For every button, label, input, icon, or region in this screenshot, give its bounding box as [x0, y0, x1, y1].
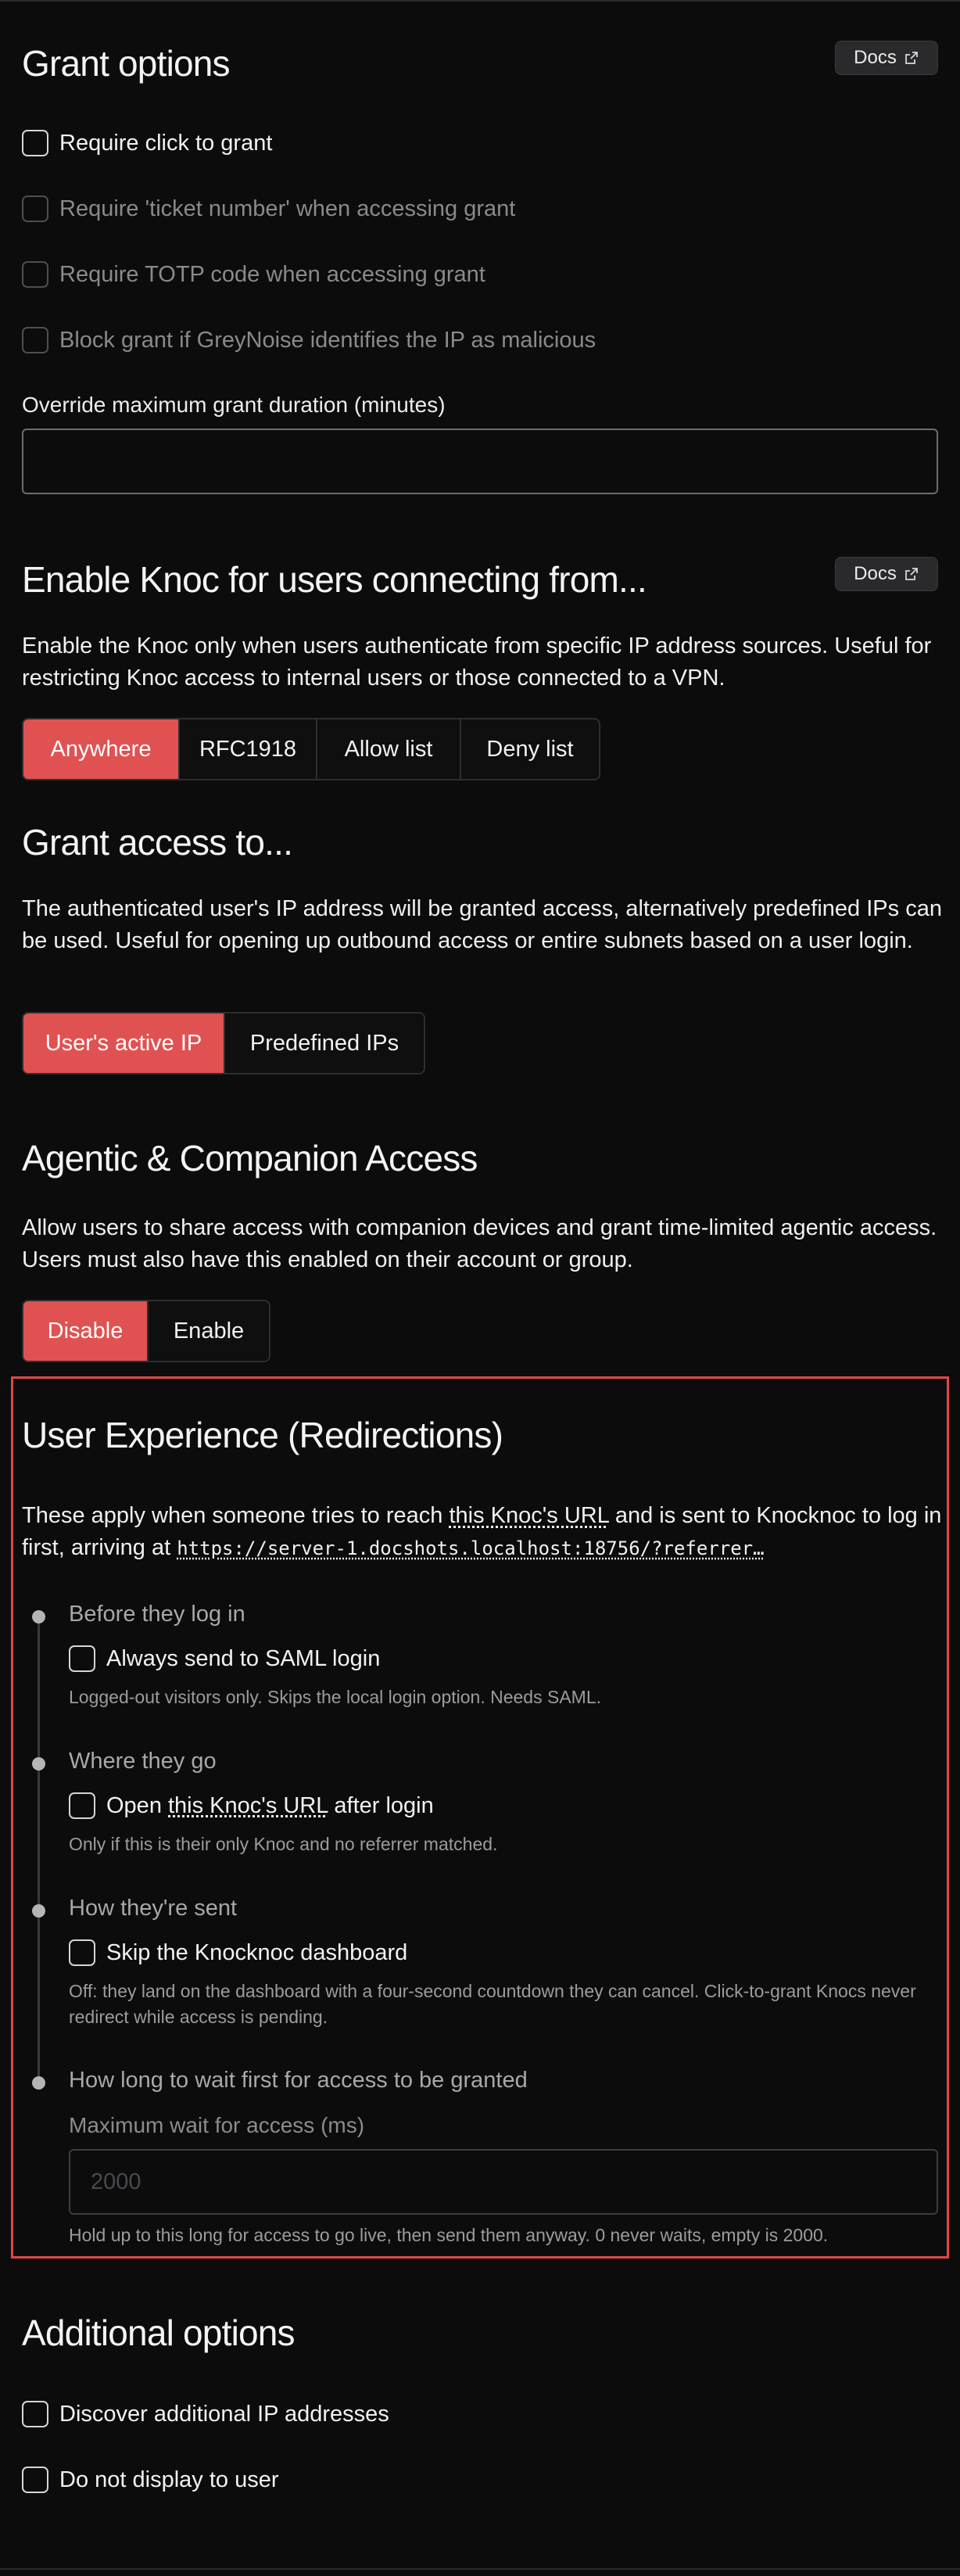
require-ticket-checkbox-row: Require 'ticket number' when accessing g…: [22, 196, 515, 222]
always-saml-checkbox-row[interactable]: Always send to SAML login: [69, 1645, 380, 1672]
knoc-settings-page: Grant options Docs Require click to gran…: [0, 0, 960, 2576]
option-rfc1918[interactable]: RFC1918: [180, 719, 317, 779]
enable-knoc-description: Enable the Knoc only when users authenti…: [22, 633, 932, 691]
redirect-url[interactable]: https://server-1.docshots.localhost:1875…: [177, 1537, 764, 1559]
enable-knoc-source-selector: Anywhere RFC1918 Allow list Deny list: [22, 718, 600, 780]
timeline-dot: [32, 2076, 45, 2090]
require-click-checkbox-row[interactable]: Require click to grant: [22, 130, 272, 156]
enable-knoc-docs-button[interactable]: Docs: [835, 557, 938, 591]
grant-options-title: Grant options: [22, 43, 231, 84]
open-knoc-url-checkbox-row[interactable]: Open this Knoc's URL after login: [69, 1792, 434, 1819]
discover-ips-checkbox-row[interactable]: Discover additional IP addresses: [22, 2401, 389, 2427]
checkbox: [22, 261, 48, 288]
require-totp-checkbox-row: Require TOTP code when accessing grant: [22, 261, 485, 288]
max-wait-input[interactable]: [69, 2149, 938, 2215]
grant-options-docs-button[interactable]: Docs: [835, 41, 938, 75]
checkbox-label: Skip the Knocknoc dashboard: [106, 1939, 408, 1965]
always-saml-help: Logged-out visitors only. Skips the loca…: [69, 1687, 602, 1707]
checkbox-label: Require 'ticket number' when accessing g…: [59, 196, 516, 221]
option-deny-list[interactable]: Deny list: [461, 719, 599, 779]
checkbox[interactable]: [69, 1645, 95, 1672]
step-before-login-label: Before they log in: [69, 1602, 245, 1627]
override-duration-input[interactable]: [22, 429, 938, 494]
option-users-active-ip[interactable]: User's active IP: [23, 1014, 225, 1073]
option-disable[interactable]: Disable: [23, 1301, 149, 1361]
docs-label: Docs: [854, 563, 897, 584]
agentic-toggle: Disable Enable: [22, 1300, 270, 1362]
open-knoc-url-help: Only if this is their only Knoc and no r…: [69, 1834, 498, 1854]
checkbox: [22, 196, 48, 222]
checkbox-label: Block grant if GreyNoise identifies the …: [59, 327, 596, 353]
hide-from-user-checkbox-row[interactable]: Do not display to user: [22, 2467, 278, 2493]
knoc-url-link[interactable]: this Knoc's URL: [449, 1503, 608, 1528]
block-greynoise-checkbox-row: Block grant if GreyNoise identifies the …: [22, 327, 596, 353]
checkbox[interactable]: [22, 2401, 48, 2427]
step-where-they-go-label: Where they go: [69, 1749, 217, 1774]
top-divider: [0, 0, 960, 2]
checkbox-label: Require TOTP code when accessing grant: [59, 261, 485, 287]
bottom-divider: [0, 2568, 960, 2570]
intro-text: These apply when someone tries to reach: [22, 1503, 450, 1528]
external-link-icon: [904, 568, 918, 580]
agentic-description: Allow users to share access with compani…: [22, 1215, 937, 1272]
enable-knoc-title: Enable Knoc for users connecting from...: [22, 559, 647, 600]
agentic-title: Agentic & Companion Access: [22, 1138, 478, 1179]
grant-access-title: Grant access to...: [22, 822, 293, 863]
checkbox[interactable]: [69, 1939, 95, 1966]
checkbox[interactable]: [69, 1792, 95, 1819]
skip-dashboard-checkbox-row[interactable]: Skip the Knocknoc dashboard: [69, 1939, 407, 1966]
knoc-url-link[interactable]: this Knoc's URL: [168, 1793, 328, 1818]
timeline-line: [38, 1617, 40, 2086]
label-text: after login: [328, 1792, 434, 1818]
option-enable[interactable]: Enable: [149, 1301, 269, 1361]
timeline-dot: [32, 1610, 45, 1623]
docs-label: Docs: [854, 47, 897, 68]
max-wait-help: Hold up to this long for access to go li…: [69, 2225, 829, 2245]
checkbox-label: Always send to SAML login: [106, 1645, 381, 1671]
option-allow-list[interactable]: Allow list: [317, 719, 461, 779]
user-experience-intro: These apply when someone tries to reach …: [22, 1500, 944, 1565]
user-experience-title: User Experience (Redirections): [22, 1415, 503, 1455]
option-anywhere[interactable]: Anywhere: [23, 719, 180, 779]
checkbox[interactable]: [22, 2467, 48, 2493]
checkbox-label: Require click to grant: [59, 130, 273, 156]
additional-options-title: Additional options: [22, 2312, 296, 2353]
grant-access-target-selector: User's active IP Predefined IPs: [22, 1012, 425, 1075]
max-wait-label: Maximum wait for access (ms): [69, 2113, 365, 2137]
option-predefined-ips[interactable]: Predefined IPs: [225, 1014, 424, 1073]
step-wait-label: How long to wait first for access to be …: [69, 2068, 528, 2093]
override-duration-label: Override maximum grant duration (minutes…: [22, 393, 446, 417]
checkbox-label: Do not display to user: [59, 2467, 279, 2492]
label-text: Open: [106, 1792, 168, 1818]
grant-access-description: The authenticated user's IP address will…: [22, 896, 942, 953]
timeline-dot: [32, 1904, 45, 1918]
timeline-dot: [32, 1757, 45, 1771]
skip-dashboard-help: Off: they land on the dashboard with a f…: [69, 1981, 916, 2027]
checkbox-label: Open this Knoc's URL after login: [106, 1793, 434, 1819]
external-link-icon: [904, 52, 918, 64]
checkbox-label: Discover additional IP addresses: [59, 2401, 389, 2427]
checkbox: [22, 327, 48, 353]
checkbox[interactable]: [22, 130, 48, 156]
step-how-sent-label: How they're sent: [69, 1896, 238, 1921]
